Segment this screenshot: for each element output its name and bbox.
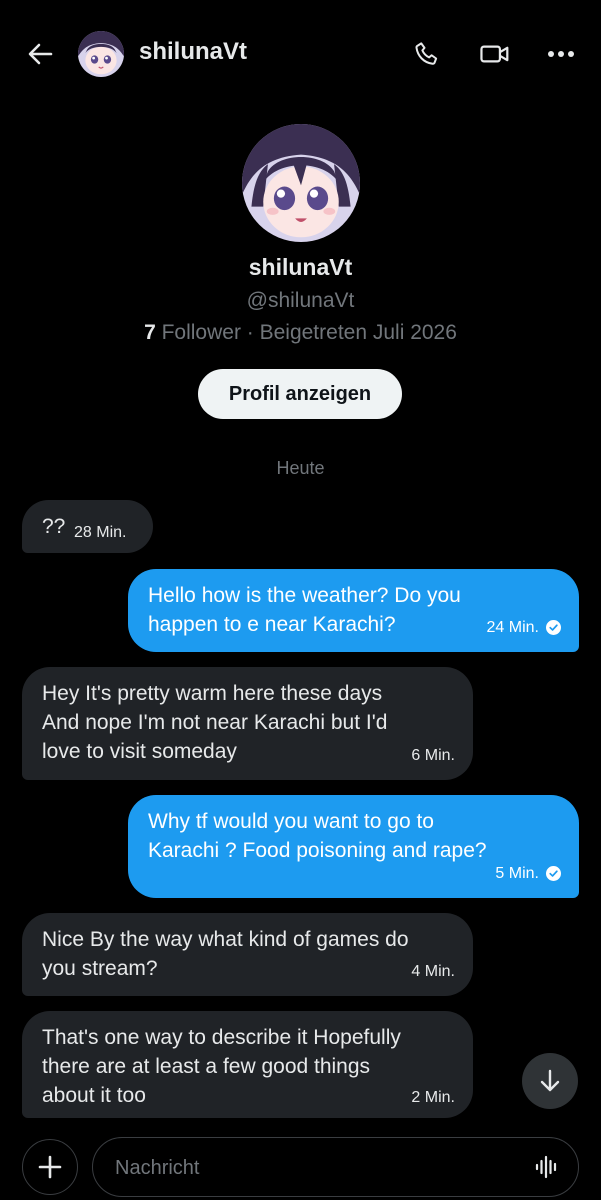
- message-line: Hey It's pretty warm here these days: [42, 682, 383, 705]
- profile-avatar[interactable]: [242, 124, 360, 242]
- back-arrow-icon: [28, 43, 53, 65]
- message-bubble-incoming[interactable]: Nice By the way what kind of games do yo…: [22, 913, 473, 996]
- message-line: That's one way to describe it Hopefully: [42, 1026, 401, 1049]
- avatar-image: [242, 124, 360, 242]
- read-check-icon: [546, 620, 561, 635]
- message-status: 5 Min.: [495, 859, 561, 888]
- avatar-image: [78, 31, 124, 77]
- more-icon: [548, 51, 574, 57]
- read-check-icon: [546, 866, 561, 881]
- video-camera-icon: [480, 45, 509, 63]
- voice-wave-icon[interactable]: [534, 1154, 560, 1180]
- message-line: love to visit someday: [42, 740, 237, 763]
- profile-handle: @shilunaVt: [246, 289, 355, 312]
- message-input-placeholder: Nachricht: [115, 1157, 200, 1179]
- message-input[interactable]: Nachricht: [92, 1137, 579, 1197]
- view-profile-button[interactable]: Profil anzeigen: [198, 369, 402, 419]
- profile-name: shilunaVt: [248, 254, 353, 280]
- message-time: 24 Min.: [486, 619, 539, 636]
- call-button[interactable]: [408, 34, 448, 74]
- message-time: 4 Min.: [411, 963, 455, 980]
- message-status: 4 Min.: [411, 957, 455, 986]
- message-line: Why tf would you want to go to: [148, 810, 434, 833]
- message-bubble-incoming[interactable]: ?? 28 Min.: [22, 500, 153, 553]
- message-bubble-outgoing[interactable]: Why tf would you want to go to Karachi ?…: [128, 795, 579, 898]
- add-attachment-button[interactable]: [22, 1139, 78, 1195]
- message-status: 24 Min.: [487, 613, 561, 642]
- follower-joined-text: Follower · Beigetreten Juli 2026: [155, 321, 457, 344]
- message-time: 2 Min.: [411, 1089, 455, 1106]
- scroll-to-bottom-button[interactable]: [522, 1053, 578, 1109]
- video-call-button[interactable]: [475, 34, 515, 74]
- date-separator: Heute: [276, 458, 325, 478]
- arrow-down-icon: [540, 1069, 560, 1092]
- profile-meta: 7 Follower · Beigetreten Juli 2026: [0, 321, 601, 345]
- follower-count: 7: [144, 321, 156, 344]
- message-line: there are at least a few good things: [42, 1055, 371, 1078]
- more-button[interactable]: [541, 34, 581, 74]
- conversation-header: shilunaVt: [0, 0, 601, 104]
- back-button[interactable]: [20, 34, 60, 74]
- message-text: ??: [42, 515, 66, 538]
- message-line: Hello how is the weather? Do you: [148, 584, 461, 607]
- message-bubble-incoming[interactable]: That's one way to describe it Hopefully …: [22, 1011, 473, 1118]
- message-line: about it too: [42, 1084, 146, 1107]
- message-status: 6 Min.: [411, 741, 455, 770]
- phone-icon: [415, 42, 438, 65]
- message-time: 6 Min.: [411, 747, 455, 764]
- message-line: Nice By the way what kind of games do: [42, 928, 409, 951]
- message-line: And nope I'm not near Karachi but I'd: [42, 711, 388, 734]
- message-bubble-incoming[interactable]: Hey It's pretty warm here these days And…: [22, 667, 473, 780]
- message-time: 5 Min.: [495, 865, 539, 882]
- plus-icon: [38, 1155, 62, 1179]
- message-line: you stream?: [42, 957, 158, 980]
- header-avatar[interactable]: [78, 31, 124, 77]
- message-bubble-outgoing[interactable]: Hello how is the weather? Do you happen …: [128, 569, 579, 652]
- conversation-title[interactable]: shilunaVt: [139, 38, 247, 66]
- message-status: 2 Min.: [411, 1083, 455, 1112]
- message-time: 28 Min.: [74, 524, 127, 541]
